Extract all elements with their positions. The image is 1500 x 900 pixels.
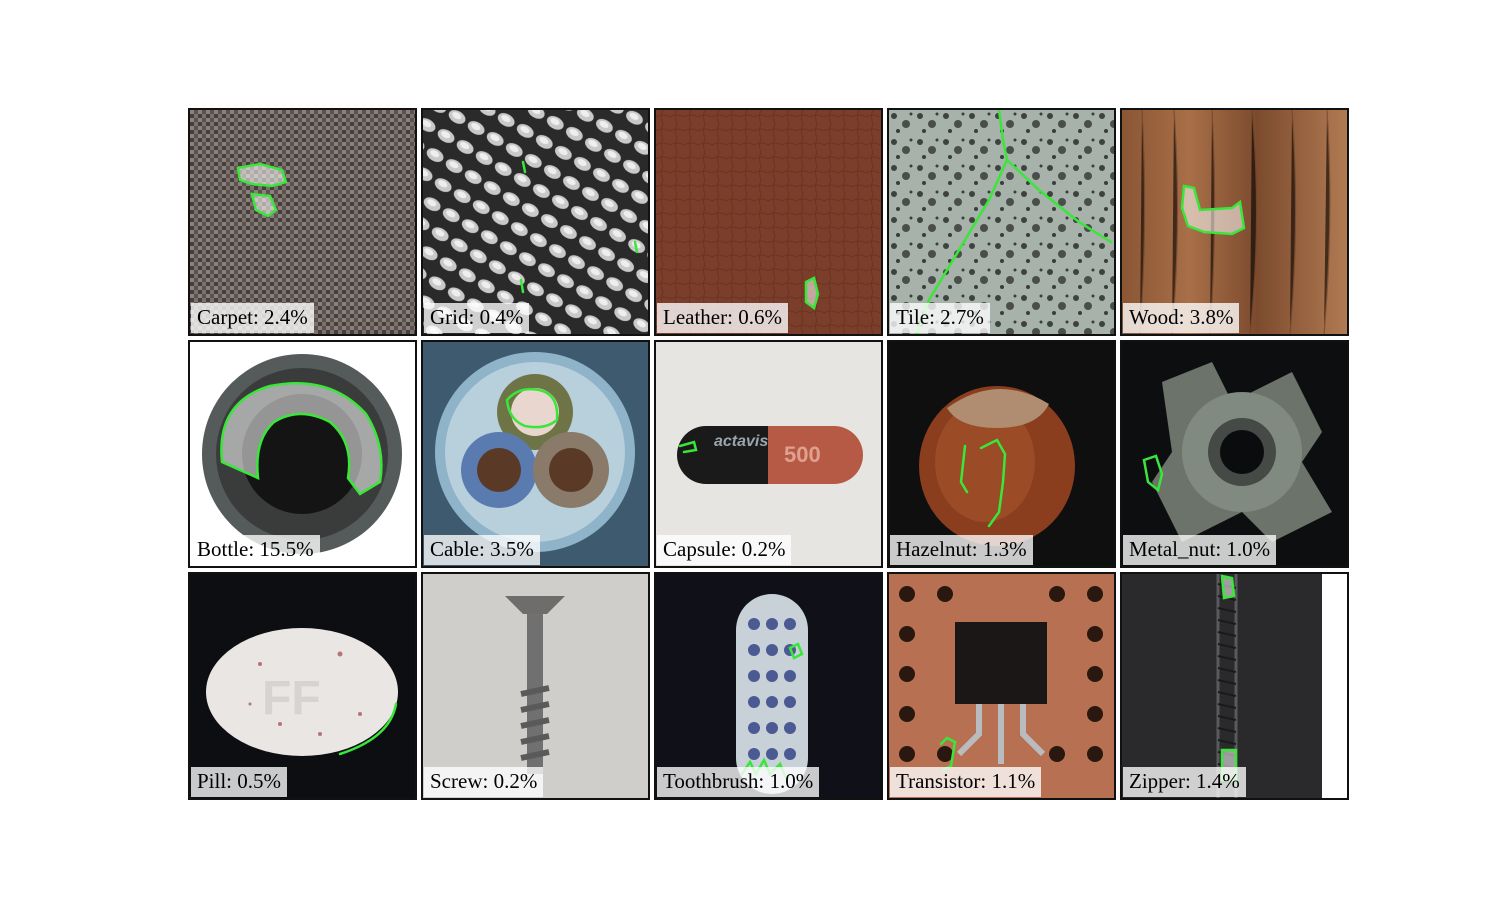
tile-label: Tile: 2.7% <box>890 303 990 333</box>
tile-label: Carpet: 2.4% <box>191 303 314 333</box>
tile-metal-nut: Metal_nut: 1.0% <box>1120 340 1349 568</box>
carpet-image <box>190 110 415 334</box>
transistor-image <box>889 574 1114 798</box>
tile-label: Metal_nut: 1.0% <box>1123 535 1277 565</box>
tile-image <box>889 110 1114 334</box>
leather-image <box>656 110 881 334</box>
tile-zipper: Zipper: 1.4% <box>1120 572 1349 800</box>
tile-tile: Tile: 2.7% <box>887 108 1116 336</box>
tile-transistor: Transistor: 1.1% <box>887 572 1116 800</box>
tile-capsule: actavis 500 Capsule: 0.2% <box>654 340 883 568</box>
cable-image <box>423 342 648 566</box>
wood-image <box>1122 110 1347 334</box>
hazelnut-image <box>889 342 1114 566</box>
metal-nut-image <box>1122 342 1347 566</box>
defect-mask <box>1220 574 1236 600</box>
screw-image <box>423 574 648 798</box>
tile-leather: Leather: 0.6% <box>654 108 883 336</box>
tile-label: Grid: 0.4% <box>424 303 530 333</box>
tile-label: Toothbrush: 1.0% <box>657 767 820 797</box>
defect-mask <box>804 276 820 311</box>
tile-label: Zipper: 1.4% <box>1123 767 1246 797</box>
tile-grid: Grid: 0.4% <box>421 108 650 336</box>
toothbrush-image <box>656 574 881 798</box>
zipper-image <box>1122 574 1347 798</box>
tile-label: Wood: 3.8% <box>1123 303 1240 333</box>
tile-bottle: Bottle: 15.5% <box>188 340 417 568</box>
bottle-image <box>190 342 415 566</box>
capsule-image: actavis 500 <box>656 342 881 566</box>
tile-cable: Cable: 3.5% <box>421 340 650 568</box>
tile-screw: Screw: 0.2% <box>421 572 650 800</box>
capsule-brand-text: actavis <box>714 433 768 450</box>
tile-label: Bottle: 15.5% <box>191 535 320 565</box>
grid-image <box>423 110 648 334</box>
tile-label: Hazelnut: 1.3% <box>890 535 1033 565</box>
anomaly-figure-grid: Carpet: 2.4% Grid: 0.4% Leather: 0.6% Ti… <box>188 108 1350 801</box>
tile-carpet: Carpet: 2.4% <box>188 108 417 336</box>
tile-label: Screw: 0.2% <box>424 767 544 797</box>
tile-label: Transistor: 1.1% <box>890 767 1042 797</box>
tile-label: Leather: 0.6% <box>657 303 788 333</box>
capsule-number-text: 500 <box>784 442 821 467</box>
tile-label: Cable: 3.5% <box>424 535 540 565</box>
tile-pill: FF Pill: 0.5% <box>188 572 417 800</box>
pill-image: FF <box>190 574 415 798</box>
tile-label: Pill: 0.5% <box>191 767 288 797</box>
pill-imprint: FF <box>262 672 321 725</box>
tile-label: Capsule: 0.2% <box>657 535 792 565</box>
tile-toothbrush: Toothbrush: 1.0% <box>654 572 883 800</box>
tile-hazelnut: Hazelnut: 1.3% <box>887 340 1116 568</box>
tile-wood: Wood: 3.8% <box>1120 108 1349 336</box>
